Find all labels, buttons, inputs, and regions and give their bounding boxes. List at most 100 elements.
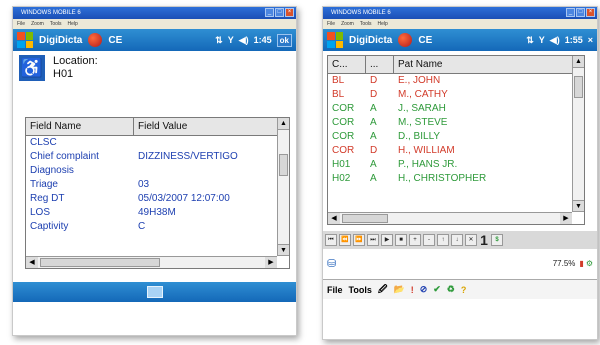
delete-icon[interactable]: - [423, 234, 435, 246]
table-row[interactable]: H01 A P., HANS JR. [328, 158, 584, 172]
app-logo-icon [88, 33, 103, 47]
ok-button[interactable]: ok [276, 33, 292, 47]
table-row[interactable]: Captivity C [26, 220, 289, 234]
status-cell: D [370, 75, 378, 86]
windows-flag-icon[interactable] [17, 32, 33, 48]
table-row[interactable]: COR A J., SARAH [328, 102, 584, 116]
last-record-icon[interactable]: ⏭ [367, 234, 379, 246]
table-row[interactable]: LOS 49H38M [26, 206, 289, 220]
folder-icon[interactable]: 📂 [393, 284, 404, 295]
scroll-left-icon[interactable]: ◀ [26, 257, 38, 268]
menu-tools[interactable]: Tools [50, 19, 62, 29]
clock[interactable]: 1:45 [254, 35, 272, 45]
window-buttons: _ □ × [566, 8, 595, 17]
maximize-button[interactable]: □ [576, 8, 585, 17]
prev-page-icon[interactable]: ⏪ [339, 234, 351, 246]
cancel-icon[interactable]: ✕ [465, 234, 477, 246]
tools-icon[interactable]: ⚙ [586, 259, 593, 268]
table-row[interactable]: COR A D., BILLY [328, 130, 584, 144]
vertical-scrollbar[interactable]: ▲ ▼ [277, 118, 289, 256]
close-window-button[interactable]: × [285, 8, 294, 17]
scroll-right-icon[interactable]: ▶ [265, 257, 277, 268]
field-name-cell: Triage [30, 179, 58, 190]
scroll-thumb[interactable] [574, 76, 583, 98]
scroll-down-icon[interactable]: ▼ [573, 200, 584, 212]
connectivity-icon[interactable]: ⇅ [215, 35, 223, 46]
file-menu[interactable]: File [327, 285, 343, 295]
first-record-icon[interactable]: ⏮ [325, 234, 337, 246]
alert-icon[interactable]: ! [411, 285, 414, 295]
location-code-cell: COR [332, 145, 355, 156]
table-row[interactable]: Diagnosis [26, 164, 289, 178]
scroll-up-icon[interactable]: ▲ [278, 118, 289, 130]
speaker-icon[interactable]: ◀) [239, 35, 249, 46]
menu-help[interactable]: Help [68, 19, 78, 29]
header-status[interactable]: ... [366, 56, 394, 73]
recycle-icon[interactable]: ♻ [447, 284, 455, 295]
stop-icon[interactable]: ■ [395, 234, 407, 246]
header-field-name[interactable]: Field Name [26, 118, 134, 135]
menu-tools[interactable]: Tools [360, 19, 372, 29]
table-row[interactable]: CLSC [26, 136, 289, 150]
patient-name-cell: P., HANS JR. [398, 159, 458, 170]
menu-file[interactable]: File [17, 19, 25, 29]
next-page-icon[interactable]: ⏩ [353, 234, 365, 246]
table-row[interactable]: Chief complaint DIZZINESS/VERTIGO [26, 150, 289, 164]
patient-name-cell: M., CATHY [398, 89, 448, 100]
hscroll-thumb[interactable] [40, 258, 160, 267]
table-row[interactable]: Reg DT 05/03/2007 12:07:00 [26, 192, 289, 206]
scroll-down-icon[interactable]: ▼ [278, 244, 289, 256]
attach-icon[interactable]: 🖉 [378, 282, 388, 298]
emulator-titlebar: WINDOWS MOBILE 6 _ □ × [13, 7, 296, 19]
header-field-value[interactable]: Field Value [134, 118, 279, 135]
antenna-icon[interactable]: Y [228, 35, 234, 45]
scroll-right-icon[interactable]: ▶ [560, 213, 572, 224]
hscroll-thumb[interactable] [342, 214, 388, 223]
menu-zoom[interactable]: Zoom [341, 19, 354, 29]
keyboard-icon[interactable] [146, 286, 163, 298]
scroll-left-icon[interactable]: ◀ [328, 213, 340, 224]
menu-help[interactable]: Help [378, 19, 388, 29]
play-icon[interactable]: ▶ [381, 234, 393, 246]
header-pat-name[interactable]: Pat Name [394, 56, 574, 73]
minimize-button[interactable]: _ [265, 8, 274, 17]
sync-icon[interactable]: ⛁ [327, 257, 336, 270]
windows-flag-icon[interactable] [327, 32, 343, 48]
field-value-cell: 49H38M [138, 207, 176, 218]
table-row[interactable]: BL D M., CATHY [328, 88, 584, 102]
horizontal-scrollbar[interactable]: ◀ ▶ [26, 256, 277, 268]
table-row[interactable]: H02 A H., CHRISTOPHER [328, 172, 584, 186]
scroll-thumb[interactable] [279, 154, 288, 176]
antenna-icon[interactable]: Y [539, 35, 545, 45]
maximize-button[interactable]: □ [275, 8, 284, 17]
help-icon[interactable]: ? [461, 285, 467, 295]
menu-file[interactable]: File [327, 19, 335, 29]
dollar-icon[interactable]: $ [491, 234, 503, 246]
patient-name-cell: J., SARAH [398, 103, 446, 114]
menu-zoom[interactable]: Zoom [31, 19, 44, 29]
clock[interactable]: 1:55 [565, 35, 583, 45]
post-icon[interactable]: ↓ [451, 234, 463, 246]
header-c[interactable]: C... [328, 56, 366, 73]
vertical-scrollbar[interactable]: ▲ ▼ [572, 56, 584, 212]
close-app-button[interactable]: × [588, 35, 593, 45]
horizontal-scrollbar[interactable]: ◀ ▶ [328, 212, 572, 224]
connectivity-icon[interactable]: ⇅ [526, 35, 534, 46]
speaker-icon[interactable]: ◀) [550, 35, 560, 46]
table-row[interactable]: COR A M., STEVE [328, 116, 584, 130]
minimize-button[interactable]: _ [566, 8, 575, 17]
patient-name-cell: H., CHRISTOPHER [398, 173, 487, 184]
edit-icon[interactable]: ↑ [437, 234, 449, 246]
scroll-up-icon[interactable]: ▲ [573, 56, 584, 68]
location-code-cell: COR [332, 117, 355, 128]
insert-icon[interactable]: + [409, 234, 421, 246]
close-window-button[interactable]: × [586, 8, 595, 17]
table-row[interactable]: BL D E., JOHN [328, 74, 584, 88]
field-name-cell: Diagnosis [30, 165, 74, 176]
status-cell: A [370, 159, 377, 170]
table-row[interactable]: Triage 03 [26, 178, 289, 192]
no-entry-icon[interactable]: ⊘ [420, 284, 428, 295]
tools-menu[interactable]: Tools [349, 285, 372, 295]
table-row[interactable]: COR D H., WILLIAM [328, 144, 584, 158]
checkmark-icon[interactable]: ✔ [433, 284, 441, 295]
